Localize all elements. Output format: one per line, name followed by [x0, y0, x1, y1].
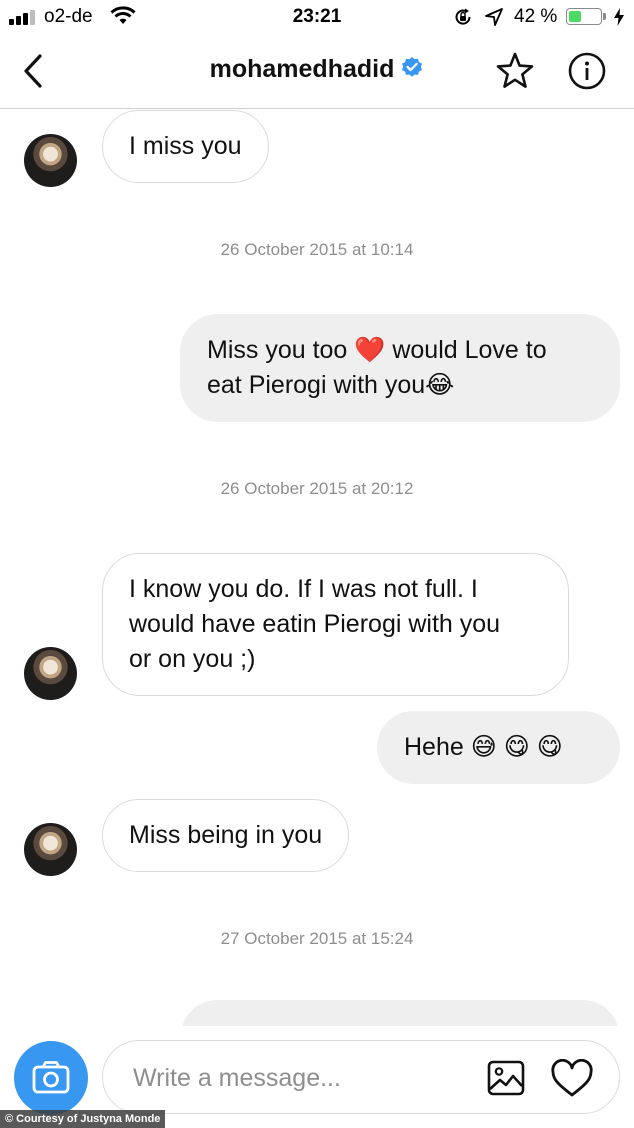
status-bar: o2-de 23:21 42 % — [0, 0, 634, 34]
message-line: would have eatin Pierogi with you — [129, 610, 501, 638]
heart-icon — [551, 1058, 593, 1097]
incoming-message[interactable]: Miss being in you — [102, 799, 350, 872]
message-line: Miss you too ❤️ would Love to — [207, 336, 547, 364]
info-button[interactable] — [567, 51, 607, 91]
location-arrow-icon — [484, 7, 504, 33]
contact-avatar[interactable] — [24, 647, 77, 700]
message-line: eat Pierogi with you😂 — [207, 371, 455, 399]
chat-title[interactable]: mohamedhadid — [0, 55, 634, 87]
battery-level-fill — [569, 11, 581, 22]
battery-percent: 42 % — [514, 6, 558, 27]
charging-bolt-icon — [613, 7, 625, 33]
camera-button[interactable] — [14, 1041, 88, 1115]
message-field — [102, 1040, 620, 1114]
message-timestamp: 26 October 2015 at 10:14 — [220, 240, 414, 259]
message-timestamp: 26 October 2015 at 20:12 — [220, 479, 414, 498]
camera-icon — [32, 1061, 70, 1094]
gallery-icon — [487, 1060, 525, 1096]
message-line: or on you ;) — [129, 645, 256, 673]
incoming-message[interactable]: I miss you — [102, 110, 269, 183]
message-timestamp: 27 October 2015 at 15:24 — [220, 929, 414, 948]
outgoing-message[interactable]: Miss you too ❤️ would Love to eat Pierog… — [180, 314, 620, 422]
battery-tip — [603, 13, 606, 20]
rotation-lock-icon — [453, 7, 473, 33]
message-line: I know you do. If I was not full. I — [129, 575, 478, 603]
photo-credit: © Courtesy of Justyna Monde — [0, 1110, 166, 1128]
contact-avatar[interactable] — [24, 823, 77, 876]
like-button[interactable] — [550, 1058, 594, 1099]
outgoing-message[interactable]: Hehe 😅 😋 😋 — [377, 711, 620, 784]
message-line: Miss being in you — [129, 821, 323, 849]
message-line: I miss you — [129, 132, 242, 160]
username: mohamedhadid — [209, 55, 395, 83]
star-icon — [496, 52, 534, 88]
gallery-button[interactable] — [486, 1059, 526, 1097]
incoming-message[interactable]: I know you do. If I was not full. I woul… — [102, 553, 569, 696]
message-line: Hehe 😅 😋 😋 — [404, 733, 563, 761]
verified-badge-icon — [400, 56, 424, 87]
contact-avatar[interactable] — [24, 134, 77, 187]
battery-icon — [566, 8, 602, 25]
chat-header: mohamedhadid — [0, 34, 634, 109]
info-icon — [568, 52, 606, 90]
favorite-button[interactable] — [494, 50, 536, 92]
message-input[interactable] — [133, 1061, 463, 1095]
